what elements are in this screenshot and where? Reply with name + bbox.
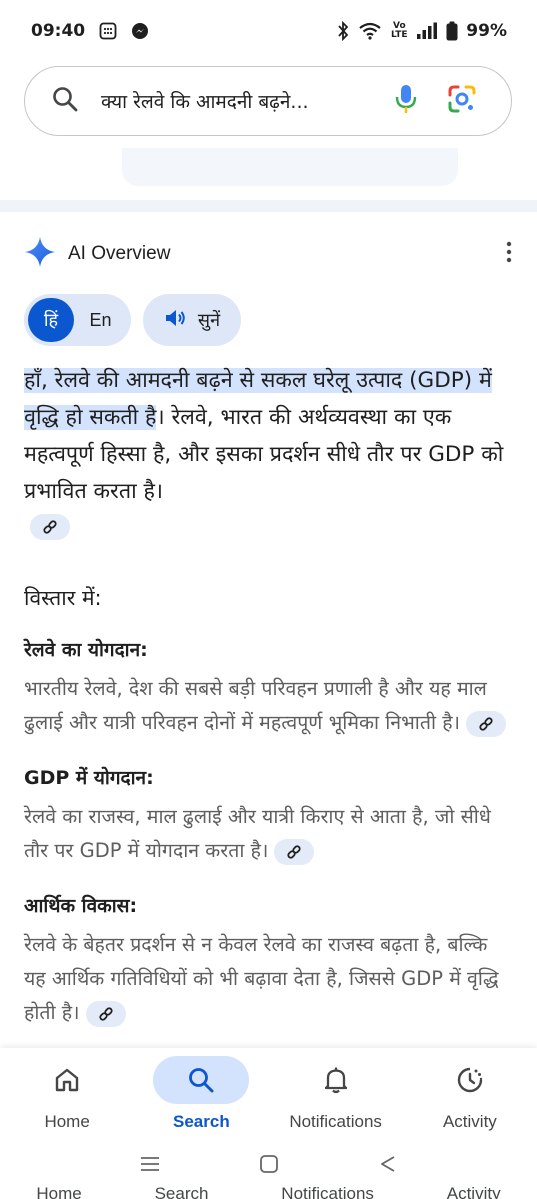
point-item: GDP में योगदान: रेलवे का राजस्व, माल ढुल… xyxy=(24,764,514,868)
activity-icon xyxy=(457,1067,483,1093)
nav-search-label: Search xyxy=(173,1112,230,1131)
nav-notifications-label: Notifications xyxy=(289,1112,382,1131)
intro-paragraph: हाँ, रेलवे की आमदनी बढ़ने से सकल घरेलू उ… xyxy=(24,362,514,510)
point-text: भारतीय रेलवे, देश की सबसे बड़ी परिवहन प्… xyxy=(24,672,514,740)
home-button[interactable] xyxy=(259,1154,279,1178)
source-link-button[interactable] xyxy=(30,514,70,540)
more-vertical-icon[interactable] xyxy=(505,241,513,267)
nav-home[interactable]: Home xyxy=(0,1048,134,1144)
nav-notifications[interactable]: Notifications xyxy=(269,1048,403,1144)
scroll-ghost-labels: Home Search Notifications Activity xyxy=(36,1186,501,1199)
point-heading: GDP में योगदान: xyxy=(24,767,154,789)
ai-overview-header: AI Overview xyxy=(24,236,513,272)
source-link-button[interactable] xyxy=(465,710,506,737)
signal-icon xyxy=(416,22,438,40)
section-heading: विस्तार में: xyxy=(24,586,102,610)
status-bar: 09:40 Vo LTE 99% xyxy=(0,0,537,62)
section-divider xyxy=(0,200,537,212)
volte-label: Vo LTE xyxy=(391,21,408,40)
bluetooth-icon xyxy=(336,21,350,41)
bell-icon xyxy=(324,1067,347,1094)
speaker-icon xyxy=(164,307,188,334)
back-button[interactable] xyxy=(378,1154,398,1178)
language-toggle[interactable]: हिं En xyxy=(24,294,131,346)
link-icon xyxy=(43,520,57,534)
search-bar[interactable]: क्या रेलवे कि आमदनी बढ़ने... xyxy=(24,66,512,136)
search-icon xyxy=(51,85,79,117)
point-item: रेलवे का योगदान: भारतीय रेलवे, देश की सब… xyxy=(24,636,514,740)
recent-apps-button[interactable] xyxy=(139,1155,161,1177)
calculator-notification-icon xyxy=(99,22,117,40)
bottom-navigation: Home Search Notifications Activity xyxy=(0,1048,537,1144)
wifi-icon xyxy=(358,22,382,40)
home-icon xyxy=(55,1068,79,1092)
google-lens-icon[interactable] xyxy=(447,84,477,118)
battery-percent: 99% xyxy=(466,21,507,41)
microphone-icon[interactable] xyxy=(395,83,417,119)
point-text: रेलवे के बेहतर प्रदर्शन से न केवल रेलवे … xyxy=(24,928,514,1030)
nav-search[interactable]: Search xyxy=(134,1048,268,1144)
link-icon xyxy=(479,716,493,731)
language-english-button[interactable]: En xyxy=(74,310,127,331)
language-hindi-button[interactable]: हिं xyxy=(28,298,74,342)
battery-icon xyxy=(446,21,458,41)
listen-button[interactable]: सुनें xyxy=(143,294,241,346)
messenger-notification-icon xyxy=(131,22,149,40)
source-link-button[interactable] xyxy=(85,1000,126,1027)
ai-overview-title: AI Overview xyxy=(68,243,171,264)
link-icon xyxy=(287,844,301,859)
point-heading: आर्थिक विकास: xyxy=(24,895,138,917)
search-query[interactable]: क्या रेलवे कि आमदनी बढ़ने... xyxy=(101,88,371,114)
nav-activity[interactable]: Activity xyxy=(403,1048,537,1144)
point-item: आर्थिक विकास: रेलवे के बेहतर प्रदर्शन से… xyxy=(24,892,514,1030)
link-icon xyxy=(98,1006,113,1021)
gemini-sparkle-icon xyxy=(24,236,56,272)
system-navigation-bar xyxy=(0,1144,537,1188)
status-time: 09:40 xyxy=(31,21,86,41)
point-heading: रेलवे का योगदान: xyxy=(24,639,148,661)
ai-overview-content: हाँ, रेलवे की आमदनी बढ़ने से सकल घरेलू उ… xyxy=(24,362,514,1030)
previous-result-card xyxy=(122,148,458,186)
nav-activity-label: Activity xyxy=(442,1112,497,1131)
point-text: रेलवे का राजस्व, माल ढुलाई और यात्री किर… xyxy=(24,800,514,868)
source-link-button[interactable] xyxy=(274,838,315,865)
listen-label: सुनें xyxy=(197,310,221,331)
search-icon xyxy=(189,1068,214,1093)
nav-home-label: Home xyxy=(44,1112,90,1131)
